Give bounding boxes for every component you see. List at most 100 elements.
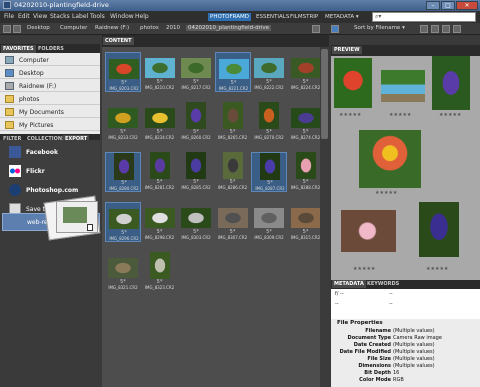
maximize-button[interactable]: □ (441, 1, 455, 10)
favorite-my-documents[interactable]: My Documents (0, 106, 100, 118)
thumbnail-image[interactable] (290, 208, 321, 228)
tab-favorites[interactable]: FAVORITES (1, 45, 36, 53)
thumbnail[interactable]: 5* IMG_8303.CR2 (178, 202, 214, 242)
thumbnail-image[interactable] (186, 102, 206, 129)
preview-image-5[interactable] (341, 210, 396, 252)
thumbnail[interactable]: 5* IMG_8286.CR2 (215, 152, 251, 192)
tab-metadata[interactable]: METADATA (332, 280, 366, 288)
file-property-value[interactable]: (Multiple values) (393, 342, 435, 348)
menu-view[interactable]: View (33, 13, 47, 20)
thumbnail-image[interactable] (222, 102, 243, 129)
close-button[interactable]: ✕ (456, 1, 478, 10)
back-icon[interactable] (3, 25, 11, 33)
thumbnail[interactable]: 5* IMG_8288.CR2 (288, 152, 324, 192)
rotate-left-icon[interactable] (420, 25, 428, 33)
favorite-my-pictures[interactable]: My Pictures (0, 119, 100, 131)
favorite-desktop[interactable]: Desktop (0, 67, 100, 79)
menu-help[interactable]: Help (135, 13, 149, 20)
favorites-star-icon[interactable] (331, 25, 339, 33)
thumbnail[interactable]: 5* IMG_8323.CR2 (142, 252, 178, 292)
file-property-value[interactable]: Camera Raw image (393, 335, 442, 341)
breadcrumb-raidnew[interactable]: Raidnew (F:) (95, 25, 129, 31)
file-property-value[interactable]: (Multiple values) (393, 363, 435, 369)
breadcrumb-2010[interactable]: 2010 (166, 25, 180, 31)
thumbnail-image[interactable] (254, 208, 284, 228)
file-property-value[interactable]: (Multiple values) (393, 356, 435, 362)
thumbnail[interactable]: 5* IMG_8203.CR2 (105, 52, 141, 92)
thumbnail[interactable]: 5* IMG_8280.CR2 (105, 152, 141, 192)
thumbnail[interactable]: 5* IMG_8210.CR2 (142, 52, 178, 92)
thumbnail[interactable]: 5* IMG_8298.CR2 (142, 202, 178, 242)
thumbnail-image[interactable] (109, 59, 139, 79)
thumbnail[interactable]: 5* IMG_8307.CR2 (215, 202, 251, 242)
thumbnail-image[interactable] (108, 258, 138, 278)
thumbnail[interactable]: 5* IMG_8315.CR2 (288, 202, 324, 242)
thumbnail-image[interactable] (181, 208, 211, 228)
search-input[interactable]: ⌕▾ (372, 12, 476, 22)
thumbnail[interactable]: 5* IMG_8274.CR2 (288, 102, 324, 142)
file-property-value[interactable]: RGB (393, 377, 404, 383)
thumbnail-image[interactable] (144, 108, 175, 128)
thumbnail[interactable]: 5* IMG_8222.CR2 (251, 52, 287, 92)
thumbnail-image[interactable] (144, 58, 175, 78)
breadcrumb-current-folder[interactable]: 04202010_plantingfield-drive (186, 25, 272, 31)
thumbnail[interactable]: 5* IMG_8296.CR2 (105, 202, 141, 242)
thumbnail[interactable]: 5* IMG_8285.CR2 (178, 152, 214, 192)
menu-edit[interactable]: Edit (18, 13, 30, 20)
thumbnail[interactable]: 5* IMG_8233.CR2 (105, 102, 141, 142)
thumbnail[interactable]: 5* IMG_8270.CR2 (251, 102, 287, 142)
file-property-value[interactable]: 16 (393, 370, 399, 376)
content-scrollbar[interactable] (320, 47, 329, 387)
thumbnail[interactable]: 5* IMG_8217.CR2 (178, 52, 214, 92)
thumbnail-image[interactable] (254, 58, 284, 78)
thumbnail[interactable]: 5* IMG_8281.CR2 (142, 152, 178, 192)
preview-image-1[interactable] (334, 58, 372, 108)
filter-icon[interactable] (312, 25, 320, 33)
workspace-photoframd[interactable]: PHOTOFRAMD (208, 13, 251, 21)
tab-content[interactable]: CONTENT (103, 37, 134, 45)
thumbnail-image[interactable] (218, 59, 249, 79)
thumbnail-image[interactable] (114, 153, 134, 180)
thumbnail[interactable]: 5* IMG_8309.CR2 (251, 202, 287, 242)
preview-image-4[interactable] (359, 130, 421, 188)
file-properties-title[interactable]: File Properties (337, 320, 383, 326)
tab-folders[interactable]: FOLDERS (36, 45, 66, 53)
thumbnail[interactable]: 5* IMG_8321.CR2 (105, 252, 141, 292)
thumbnail-image[interactable] (290, 108, 321, 128)
thumbnail-image[interactable] (144, 208, 175, 228)
preview-image-3[interactable] (432, 56, 470, 110)
file-property-value[interactable]: (Multiple values) (393, 349, 435, 355)
thumbnail[interactable]: 5* IMG_8265.CR2 (215, 102, 251, 142)
favorite-photos[interactable]: photos (0, 93, 100, 105)
thumbnail-image[interactable] (109, 209, 139, 229)
menu-label[interactable]: Label (72, 13, 88, 20)
sort-dropdown[interactable]: Sort by Filename ▾ (354, 25, 405, 31)
content-scrollbar-thumb[interactable] (321, 49, 328, 139)
tab-preview[interactable]: PREVIEW (332, 46, 362, 54)
favorite-computer[interactable]: Computer (0, 54, 100, 66)
favorite-raidnew[interactable]: Raidnew (F:) (0, 80, 100, 92)
thumbnail[interactable]: 5* IMG_8221.CR2 (214, 52, 251, 92)
breadcrumb-photos[interactable]: photos (140, 25, 159, 31)
thumbnail-image[interactable] (217, 208, 248, 228)
menu-tools[interactable]: Tools (90, 13, 105, 20)
menu-file[interactable]: File (4, 13, 14, 20)
breadcrumb-desktop[interactable]: Desktop (27, 25, 50, 31)
workspace-metadata[interactable]: METADATA ▾ (323, 13, 361, 21)
menu-window[interactable]: Window (110, 13, 134, 20)
workspace-essentials[interactable]: ESSENTIALS (254, 13, 291, 21)
new-folder-icon[interactable] (442, 25, 450, 33)
export-facebook[interactable]: Facebook (0, 143, 100, 161)
thumbnail-image[interactable] (290, 58, 321, 78)
workspace-filmstrip[interactable]: FILMSTRIP (288, 13, 320, 21)
trash-icon[interactable] (453, 25, 461, 33)
forward-icon[interactable] (13, 25, 21, 33)
minimize-button[interactable]: – (426, 1, 440, 10)
thumbnail-image[interactable] (149, 152, 170, 179)
file-property-value[interactable]: (Multiple values) (393, 328, 435, 334)
preview-image-2[interactable] (381, 70, 425, 102)
export-flickr[interactable]: Flickr (0, 162, 100, 180)
preview-image-6[interactable] (419, 202, 459, 257)
thumbnail[interactable]: 5* IMG_8260.CR2 (178, 102, 214, 142)
thumbnail-image[interactable] (259, 102, 279, 129)
